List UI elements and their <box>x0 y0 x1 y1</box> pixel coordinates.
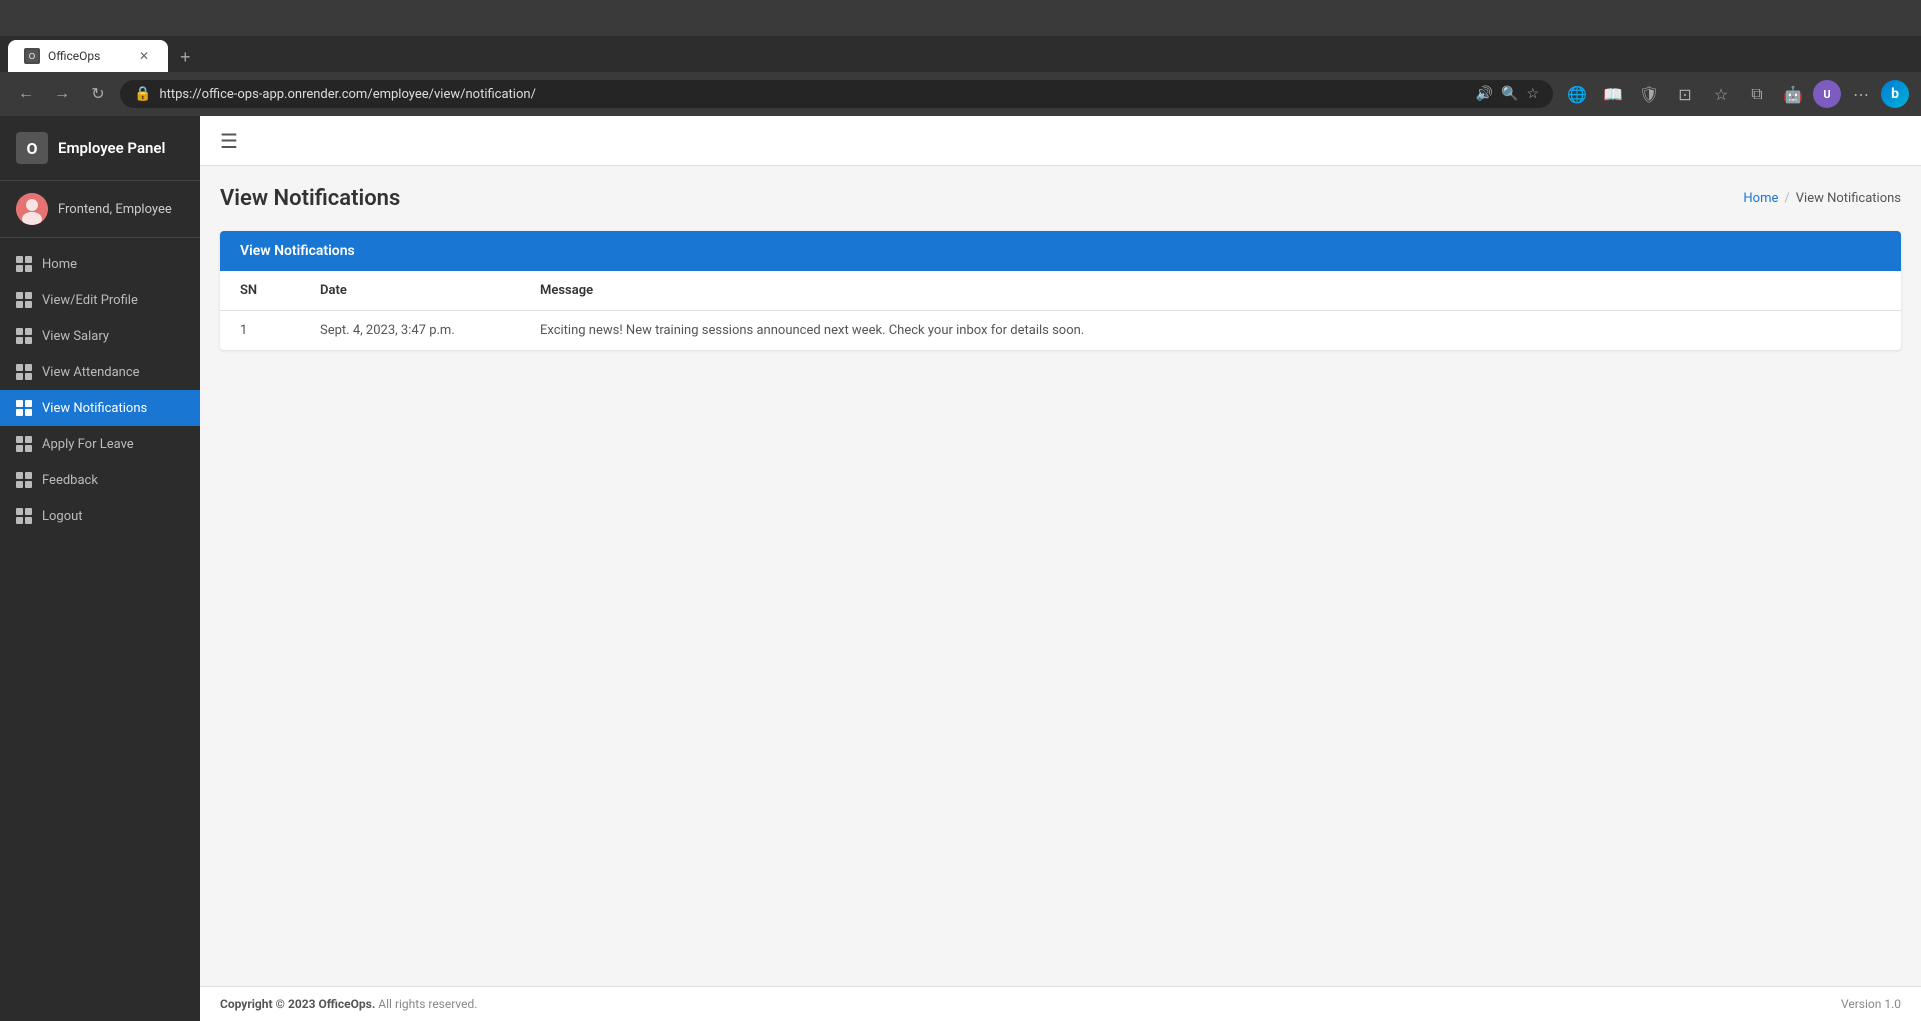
sidebar-item-label: Home <box>42 257 77 272</box>
col-header-date: Date <box>300 271 520 311</box>
main-content: ☰ View Notifications Home / View Notific… <box>200 116 1921 1021</box>
cell-message: Exciting news! New training sessions ann… <box>520 311 1901 351</box>
breadcrumb-current: View Notifications <box>1796 191 1901 206</box>
sidebar-item-apply-for-leave[interactable]: Apply For Leave <box>0 426 200 462</box>
sidebar-item-label: View Notifications <box>42 401 147 416</box>
immersive-reader-icon[interactable]: 📖 <box>1597 78 1629 110</box>
footer: Copyright © 2023 OfficeOps. All rights r… <box>200 986 1921 1021</box>
sidebar-user-name: Frontend, Employee <box>58 202 172 217</box>
col-header-message: Message <box>520 271 1901 311</box>
sidebar-header: O Employee Panel <box>0 116 200 181</box>
breadcrumb: Home / View Notifications <box>1743 191 1901 206</box>
more-options-icon[interactable]: ⋯ <box>1845 78 1877 110</box>
app-container: O Employee Panel Frontend, Employee Home… <box>0 116 1921 1021</box>
user-avatar <box>16 193 48 225</box>
sidebar-item-view-notifications[interactable]: View Notifications <box>0 390 200 426</box>
topbar: ☰ <box>200 116 1921 166</box>
sidebar-item-view-attendance[interactable]: View Attendance <box>0 354 200 390</box>
tab-close-button[interactable]: ✕ <box>136 48 152 64</box>
grid-icon <box>16 472 32 488</box>
back-button[interactable]: ← <box>12 80 40 108</box>
grid-icon <box>16 328 32 344</box>
sidebar: O Employee Panel Frontend, Employee Home… <box>0 116 200 1021</box>
lock-icon: 🔒 <box>134 86 151 102</box>
star-icon[interactable]: ☆ <box>1526 86 1539 102</box>
grid-icon <box>16 364 32 380</box>
hamburger-menu-icon[interactable]: ☰ <box>220 129 238 153</box>
svg-text:O: O <box>29 52 35 61</box>
sidebar-title: Employee Panel <box>58 139 165 157</box>
read-aloud-icon[interactable]: 🔊 <box>1476 86 1493 102</box>
sidebar-item-label: View Attendance <box>42 365 140 380</box>
grid-icon <box>16 400 32 416</box>
table-row: 1Sept. 4, 2023, 3:47 p.m.Exciting news! … <box>220 311 1901 351</box>
table-header-row: SN Date Message <box>220 271 1901 311</box>
browser-titlebar <box>0 0 1921 36</box>
sidebar-item-label: Apply For Leave <box>42 437 134 452</box>
browser-toolbar-icons: 🌐 📖 🛡 ⊡ ☆ ⧉ 🤖 U ⋯ b <box>1561 78 1909 110</box>
sidebar-item-label: Logout <box>42 509 83 524</box>
col-header-sn: SN <box>220 271 300 311</box>
sidebar-item-feedback[interactable]: Feedback <box>0 462 200 498</box>
sidebar-item-label: View Salary <box>42 329 109 344</box>
collections-icon[interactable]: ⧉ <box>1741 78 1773 110</box>
page-header: View Notifications Home / View Notificat… <box>220 186 1901 211</box>
browser-tabs: O OfficeOps ✕ + <box>0 36 1921 72</box>
footer-version: Version 1.0 <box>1841 997 1901 1011</box>
reload-button[interactable]: ↻ <box>84 80 112 108</box>
search-icon[interactable]: 🔍 <box>1501 86 1518 102</box>
forward-button[interactable]: → <box>48 80 76 108</box>
sidebar-logo: O <box>16 132 48 164</box>
page-title: View Notifications <box>220 186 400 211</box>
sidebar-item-home[interactable]: Home <box>0 246 200 282</box>
sidebar-item-view-salary[interactable]: View Salary <box>0 318 200 354</box>
card-header: View Notifications <box>220 231 1901 271</box>
grid-icon <box>16 508 32 524</box>
card-header-title: View Notifications <box>240 243 355 259</box>
tab-favicon: O <box>24 48 40 64</box>
sidebar-item-logout[interactable]: Logout <box>0 498 200 534</box>
address-icons: 🔊 🔍 ☆ <box>1476 86 1539 102</box>
table-body: 1Sept. 4, 2023, 3:47 p.m.Exciting news! … <box>220 311 1901 351</box>
grid-icon <box>16 292 32 308</box>
notifications-card: View Notifications SN Date Message 1Sept… <box>220 231 1901 350</box>
sidebar-item-view-edit-profile[interactable]: View/Edit Profile <box>0 282 200 318</box>
profile-avatar[interactable]: U <box>1813 80 1841 108</box>
cell-date: Sept. 4, 2023, 3:47 p.m. <box>300 311 520 351</box>
table-head: SN Date Message <box>220 271 1901 311</box>
cell-sn: 1 <box>220 311 300 351</box>
edge-logo[interactable]: b <box>1881 80 1909 108</box>
footer-brand: Copyright © 2023 OfficeOps. <box>220 997 375 1011</box>
footer-copyright: Copyright © 2023 OfficeOps. All rights r… <box>220 997 477 1011</box>
breadcrumb-home-link[interactable]: Home <box>1743 191 1778 206</box>
new-tab-button[interactable]: + <box>172 43 199 72</box>
sidebar-item-label: Feedback <box>42 473 98 488</box>
url-text: https://office-ops-app.onrender.com/empl… <box>159 87 1467 102</box>
grid-icon <box>16 256 32 272</box>
sidebar-item-label: View/Edit Profile <box>42 293 138 308</box>
sidebar-user: Frontend, Employee <box>0 181 200 238</box>
browser-essentials-icon[interactable]: 🛡 <box>1633 78 1665 110</box>
copilot-icon[interactable]: 🤖 <box>1777 78 1809 110</box>
split-screen-icon[interactable]: ⊡ <box>1669 78 1701 110</box>
sidebar-nav: Home View/Edit Profile View Salary View Att… <box>0 238 200 1021</box>
footer-rights: All rights reserved. <box>378 997 477 1011</box>
address-box[interactable]: 🔒 https://office-ops-app.onrender.com/em… <box>120 80 1553 108</box>
browser-chrome: O OfficeOps ✕ + ← → ↻ 🔒 https://office-o… <box>0 0 1921 116</box>
tab-title: OfficeOps <box>48 49 128 63</box>
notifications-table: SN Date Message 1Sept. 4, 2023, 3:47 p.m… <box>220 271 1901 350</box>
browser-addressbar: ← → ↻ 🔒 https://office-ops-app.onrender.… <box>0 72 1921 116</box>
browser-tab-active[interactable]: O OfficeOps ✕ <box>8 40 168 72</box>
breadcrumb-separator: / <box>1784 191 1789 206</box>
favorites-icon[interactable]: ☆ <box>1705 78 1737 110</box>
extensions-icon[interactable]: 🌐 <box>1561 78 1593 110</box>
grid-icon <box>16 436 32 452</box>
content-area: View Notifications Home / View Notificat… <box>200 166 1921 986</box>
